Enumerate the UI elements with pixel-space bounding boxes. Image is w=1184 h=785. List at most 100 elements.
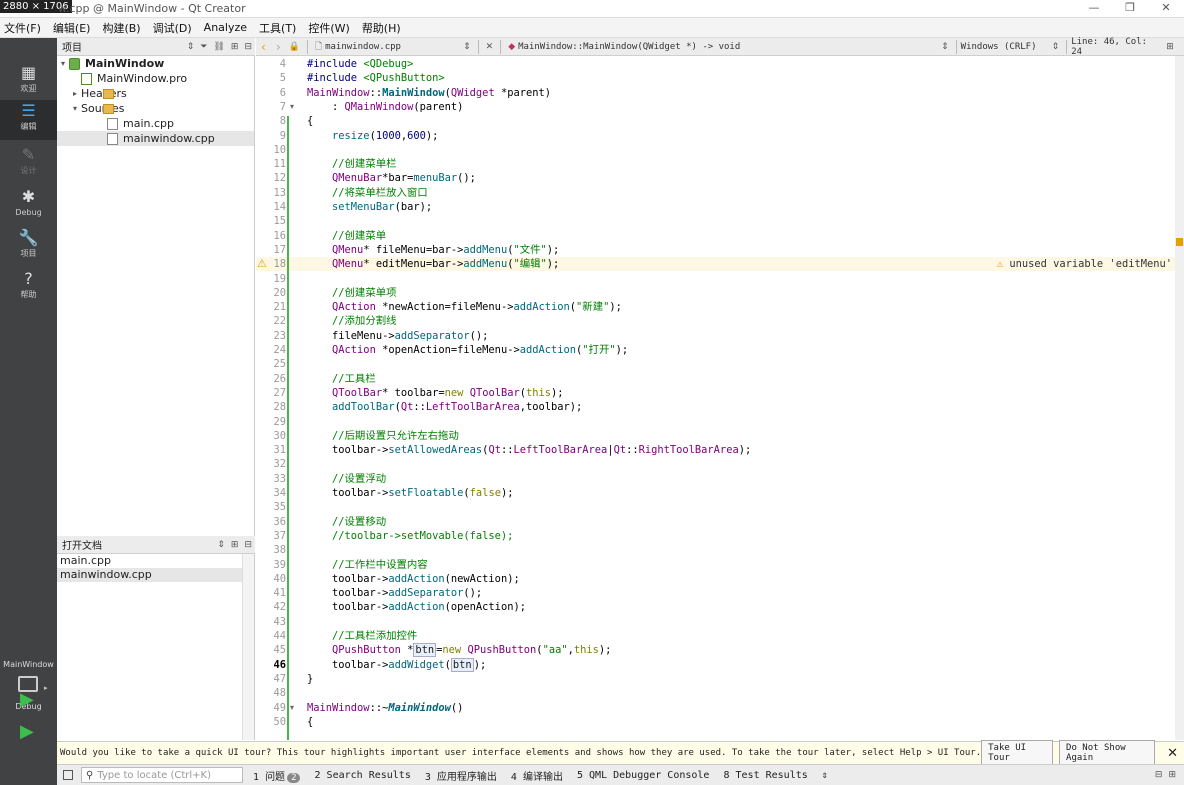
code-line[interactable]: QToolBar* toolbar=new QToolBar(this);: [307, 386, 1177, 400]
tree-node-pro-file[interactable]: MainWindow.pro: [81, 71, 187, 86]
code-line[interactable]: [307, 615, 1177, 629]
close-button[interactable]: ✕: [1148, 0, 1184, 16]
fold-arrow-icon[interactable]: ▾: [290, 100, 294, 114]
menu-file[interactable]: 文件(F): [4, 20, 41, 36]
line-ending-selector[interactable]: Windows (CRLF): [961, 42, 1049, 52]
code-line[interactable]: //后期设置只允许左右拖动: [307, 429, 1177, 443]
sort-arrows-icon[interactable]: ⇕: [217, 540, 225, 550]
mode-projects[interactable]: 🔧 项目: [0, 227, 57, 267]
code-line[interactable]: toolbar->setAllowedAreas(Qt::LeftToolBar…: [307, 443, 1177, 457]
code-line[interactable]: : QMainWindow(parent): [307, 100, 1177, 114]
code-line[interactable]: #include <QDebug>: [307, 57, 1177, 71]
code-line[interactable]: resize(1000,600);: [307, 129, 1177, 143]
filter-icon[interactable]: ⏷: [200, 42, 207, 52]
code-line[interactable]: QAction *openAction=fileMenu->addAction(…: [307, 343, 1177, 357]
code-line[interactable]: {: [307, 715, 1177, 729]
pane-compile-output[interactable]: 4 编译输出: [511, 768, 563, 783]
code-line[interactable]: //设置浮动: [307, 472, 1177, 486]
debug-run-button[interactable]: ▶: [20, 722, 34, 742]
symbol-selector[interactable]: MainWindow::MainWindow(QWidget *) -> voi…: [518, 42, 938, 52]
code-line[interactable]: //创建菜单栏: [307, 157, 1177, 171]
cursor-position[interactable]: Line: 46, Col: 24: [1071, 37, 1163, 57]
dropdown-arrows-icon[interactable]: ⇕: [463, 42, 471, 52]
code-line[interactable]: [307, 415, 1177, 429]
code-line[interactable]: //创建菜单项: [307, 286, 1177, 300]
code-line[interactable]: //工具栏添加控件: [307, 629, 1177, 643]
code-line[interactable]: addToolBar(Qt::LeftToolBarArea,toolbar);: [307, 400, 1177, 414]
toggle-right-sidebar-icon[interactable]: ⊞: [1168, 770, 1176, 780]
fold-arrow-icon[interactable]: ▾: [290, 701, 294, 715]
code-line[interactable]: [307, 357, 1177, 371]
code-line[interactable]: QMenuBar*bar=menuBar();: [307, 171, 1177, 185]
pane-issues[interactable]: 1 问题 2: [253, 768, 301, 783]
code-line[interactable]: MainWindow::MainWindow(QWidget *parent): [307, 86, 1177, 100]
toggle-sidebar-icon[interactable]: [63, 770, 73, 780]
code-line[interactable]: QPushButton * btn =new QPushButton("aa",th…: [307, 643, 1177, 658]
tree-node-project[interactable]: ▾ MainWindow: [57, 56, 164, 71]
code-line[interactable]: #include <QPushButton>: [307, 71, 1177, 85]
pane-test-results[interactable]: 8 Test Results: [723, 770, 807, 781]
menu-analyze[interactable]: Analyze: [204, 21, 247, 34]
mode-help[interactable]: ? 帮助: [0, 268, 57, 308]
split-icon[interactable]: ⊞: [231, 540, 239, 550]
mode-edit[interactable]: ☰ 编辑: [0, 100, 57, 140]
code-line[interactable]: //工具栏: [307, 372, 1177, 386]
menu-edit[interactable]: 编辑(E): [53, 20, 91, 36]
menu-help[interactable]: 帮助(H): [362, 20, 401, 36]
run-button[interactable]: ▶: [20, 690, 34, 710]
dropdown-arrows-icon[interactable]: ⇕: [941, 42, 949, 52]
open-docs-scrollbar[interactable]: [242, 554, 254, 740]
dropdown-arrows-icon[interactable]: ⇕: [1052, 42, 1060, 52]
code-line[interactable]: }: [307, 672, 1177, 686]
pane-search-results[interactable]: 2 Search Results: [314, 770, 410, 781]
code-line[interactable]: [307, 543, 1177, 557]
code-line[interactable]: [307, 500, 1177, 514]
locator-input[interactable]: ⚲ Type to locate (Ctrl+K): [81, 767, 243, 783]
code-line[interactable]: [307, 214, 1177, 228]
more-panes-arrows-icon[interactable]: ⇕: [822, 770, 828, 781]
forward-arrow-icon[interactable]: ›: [276, 40, 281, 54]
code-line[interactable]: QMenu* editMenu=bar->addMenu("编辑");: [307, 257, 1177, 271]
close-pane-icon[interactable]: ⊟: [244, 540, 252, 550]
tree-node-mainwindow-cpp[interactable]: mainwindow.cpp: [57, 131, 254, 146]
code-line[interactable]: QAction *newAction=fileMenu->addAction("…: [307, 300, 1177, 314]
restore-button[interactable]: ❐: [1112, 0, 1148, 16]
mode-welcome[interactable]: ▦ 欢迎: [0, 62, 57, 102]
collapse-arrow-icon[interactable]: ▸: [69, 86, 81, 101]
menu-debug[interactable]: 调试(D): [153, 20, 192, 36]
take-ui-tour-button[interactable]: Take UI Tour: [981, 740, 1054, 766]
close-icon[interactable]: ✕: [1167, 746, 1178, 761]
code-line[interactable]: fileMenu->addSeparator();: [307, 329, 1177, 343]
menu-build[interactable]: 构建(B): [102, 20, 140, 36]
code-line[interactable]: toolbar->setFloatable(false);: [307, 486, 1177, 500]
close-pane-icon[interactable]: ⊟: [244, 42, 252, 52]
minimize-button[interactable]: —: [1076, 0, 1112, 16]
editor-scrollbar[interactable]: [1175, 56, 1184, 740]
tree-node-sources[interactable]: ▾ Sources: [69, 101, 125, 116]
code-line[interactable]: toolbar->addSeparator();: [307, 586, 1177, 600]
code-line[interactable]: [307, 272, 1177, 286]
menu-tools[interactable]: 工具(T): [259, 20, 296, 36]
code-line[interactable]: QMenu* fileMenu=bar->addMenu("文件");: [307, 243, 1177, 257]
pane-application-output[interactable]: 3 应用程序输出: [425, 768, 497, 783]
tree-node-main-cpp[interactable]: main.cpp: [107, 116, 174, 131]
file-selector[interactable]: mainwindow.cpp: [325, 42, 460, 52]
sort-arrows-icon[interactable]: ⇕: [187, 42, 195, 52]
back-arrow-icon[interactable]: ‹: [261, 40, 266, 54]
code-line[interactable]: MainWindow::~MainWindow(): [307, 701, 1177, 715]
code-line[interactable]: //工作栏中设置内容: [307, 558, 1177, 572]
mode-design[interactable]: ✎ 设计: [0, 144, 57, 184]
code-line[interactable]: //将菜单栏放入窗口: [307, 186, 1177, 200]
code-line[interactable]: //创建菜单: [307, 229, 1177, 243]
code-line[interactable]: toolbar->addWidget(btn);: [307, 657, 1177, 672]
code-line[interactable]: //设置移动: [307, 515, 1177, 529]
code-editor[interactable]: ⚠ ⚠ unused variable 'editMenu' 4 #include…: [256, 56, 1184, 740]
code-line[interactable]: toolbar->addAction(newAction);: [307, 572, 1177, 586]
code-line[interactable]: [307, 686, 1177, 700]
open-doc-item[interactable]: mainwindow.cpp: [57, 568, 243, 582]
code-line[interactable]: toolbar->addAction(openAction);: [307, 600, 1177, 614]
split-icon[interactable]: ⊞: [231, 42, 239, 52]
kit-arrow-icon[interactable]: ▸: [44, 684, 48, 692]
code-line[interactable]: setMenuBar(bar);: [307, 200, 1177, 214]
pane-qml-debugger-console[interactable]: 5 QML Debugger Console: [577, 770, 709, 781]
